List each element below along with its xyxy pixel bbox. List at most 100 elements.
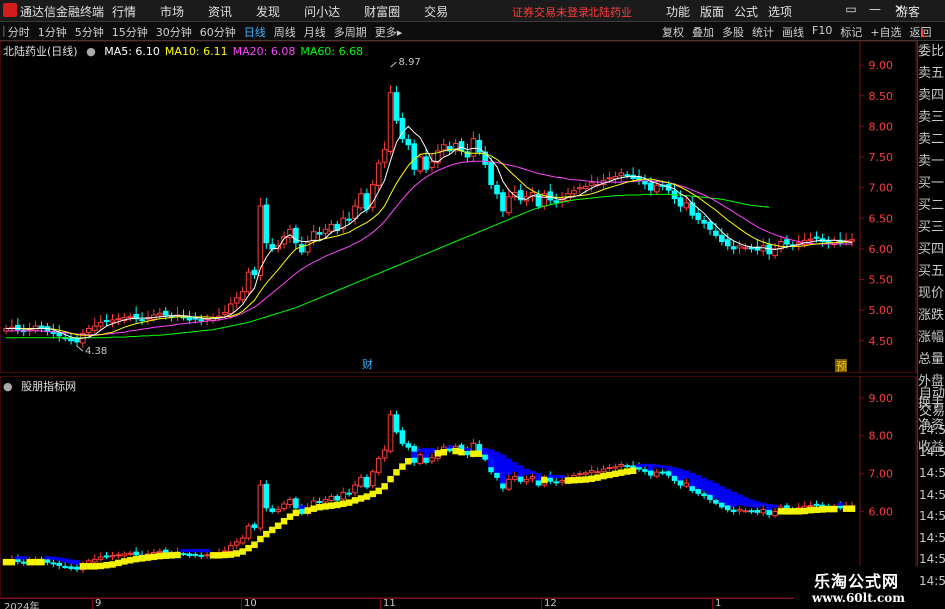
candle-body: [659, 471, 666, 474]
settings-circle-icon[interactable]: ●: [86, 45, 96, 58]
period-tab[interactable]: 5分钟: [75, 24, 104, 40]
right-menu-item[interactable]: 版面: [700, 3, 724, 20]
candle: [375, 456, 382, 476]
ribbon-segment: [233, 550, 240, 557]
y-tick-label: 7.50: [869, 151, 894, 164]
right-menu-item[interactable]: 功能: [666, 3, 690, 20]
ribbon-segment: [618, 469, 625, 476]
ribbon-segment: [765, 503, 773, 511]
candle-body: [316, 232, 323, 235]
candle-body: [736, 509, 743, 512]
candle-body: [405, 139, 412, 146]
y-tick-label: 9.00: [869, 59, 894, 72]
quote-label: 涨幅: [918, 330, 945, 345]
period-tab[interactable]: 多周期: [334, 24, 367, 40]
tool-button[interactable]: 叠加: [692, 24, 714, 40]
ribbon-segment: [446, 445, 453, 449]
quote-time: 14:56: [919, 444, 945, 459]
menu-item[interactable]: 资讯: [208, 3, 232, 20]
period-tab[interactable]: 30分钟: [156, 24, 192, 40]
candle-body: [683, 202, 690, 209]
minimize-icon[interactable]: —: [866, 2, 884, 16]
period-tab[interactable]: 15分钟: [112, 24, 148, 40]
candle-body: [133, 551, 139, 556]
candle-body: [204, 554, 210, 557]
quote-time: 14:56: [919, 487, 945, 502]
menu-item[interactable]: 财富圈: [364, 3, 400, 20]
period-tab[interactable]: 60分钟: [200, 24, 236, 40]
candle-body: [62, 566, 68, 569]
ribbon-segment: [552, 475, 560, 479]
forecast-marker[interactable]: 预: [836, 360, 847, 373]
candle-body: [784, 239, 790, 245]
ribbon-segment: [91, 563, 98, 570]
indicator-chart[interactable]: 9.00 8.00 7.00 6.00: [0, 376, 917, 598]
auto-trade-label[interactable]: 自动交易: [919, 385, 945, 421]
candle-body: [523, 478, 530, 483]
candle-body: [139, 319, 145, 322]
candle-body: [665, 471, 672, 476]
finance-marker[interactable]: 财: [362, 357, 373, 371]
tool-buttons: 复权 叠加 多股 统计 画线 F10 标记 +自选 返回: [662, 24, 940, 40]
ribbon-segment: [85, 563, 93, 570]
ribbon-segment: [683, 470, 690, 479]
period-tab[interactable]: 月线: [304, 24, 326, 40]
tool-button[interactable]: F10: [812, 24, 832, 40]
menu-item[interactable]: 交易: [424, 3, 448, 20]
right-menu-item[interactable]: 选项: [768, 3, 792, 20]
candle-body: [772, 511, 778, 517]
settings-circle-icon[interactable]: ●: [3, 380, 13, 393]
candle-body: [612, 466, 619, 469]
quote-label: 卖五: [918, 66, 945, 81]
tool-button[interactable]: 多股: [722, 24, 744, 40]
menu-item[interactable]: 行情: [112, 3, 136, 20]
restore-icon[interactable]: ▭: [842, 2, 860, 16]
ribbon-segment: [334, 501, 341, 509]
ribbon-segment: [576, 476, 584, 484]
ribbon-segment: [825, 505, 832, 513]
ribbon-segment: [50, 556, 57, 560]
quote-label: 委比: [918, 44, 945, 59]
y-tick-label: 6.50: [869, 212, 894, 225]
ribbon-segment: [558, 475, 566, 479]
period-tab[interactable]: 周线: [274, 24, 296, 40]
candle-body: [748, 247, 755, 250]
candle-body: [695, 489, 701, 494]
right-menu-item[interactable]: 公式: [734, 3, 758, 20]
tool-button[interactable]: 画线: [782, 24, 804, 40]
period-tab[interactable]: 1分钟: [38, 24, 67, 40]
login-status[interactable]: 证券交易未登录: [512, 4, 589, 20]
candle-body: [577, 473, 583, 476]
menu-item[interactable]: 问小达: [304, 3, 340, 20]
ribbon-segment: [730, 491, 737, 507]
ribbon-segment: [73, 560, 81, 565]
main-kline-chart[interactable]: 9.00 8.50 8.00 7.50 7.00 6.50 6.00 5.50 5.00 4.50…: [0, 41, 917, 373]
quote-label: 总量: [918, 352, 945, 367]
tool-button[interactable]: 统计: [752, 24, 774, 40]
candle-body: [488, 162, 494, 186]
guest-label[interactable]: 游客: [896, 3, 920, 20]
ribbon-segment: [2, 558, 10, 566]
period-tab[interactable]: 日线: [244, 24, 266, 40]
candle-body: [624, 174, 630, 177]
period-tab[interactable]: 分时: [8, 24, 30, 40]
time-tick-line: [241, 599, 242, 609]
tool-button[interactable]: +自选: [870, 24, 901, 40]
candle-body: [600, 468, 607, 473]
period-tab[interactable]: 更多▸: [375, 24, 403, 40]
candle-body: [328, 495, 335, 502]
ribbon-segment: [138, 555, 146, 562]
candle-body: [346, 492, 352, 495]
ribbon-segment: [162, 552, 169, 559]
ribbon-segment: [357, 495, 365, 502]
tool-button[interactable]: 标记: [840, 24, 862, 40]
ribbon-segment: [274, 522, 282, 529]
quote-time: 14:56: [919, 573, 945, 588]
candle: [387, 85, 394, 155]
menu-item[interactable]: 发现: [256, 3, 280, 20]
tool-button[interactable]: 复权: [662, 24, 684, 40]
ribbon-segment: [541, 476, 548, 484]
menu-item[interactable]: 市场: [160, 3, 184, 20]
ma-legend: MA5: 6.10 MA10: 6.11 MA20: 6.08 MA60: 6.68: [104, 45, 368, 58]
quote-time: 14:56: [919, 423, 945, 437]
